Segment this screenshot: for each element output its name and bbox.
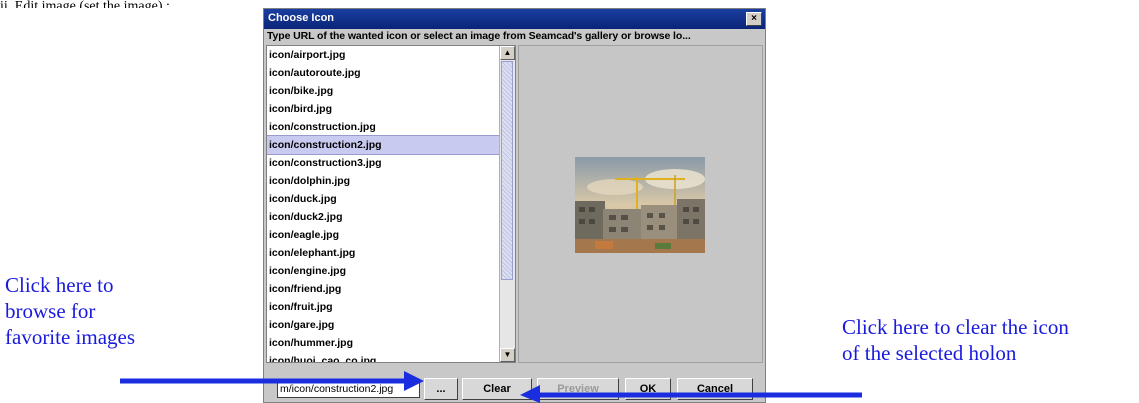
clear-annotation: Click here to clear the icon of the sele…: [842, 315, 1069, 365]
list-item[interactable]: icon/dolphin.jpg: [267, 172, 501, 190]
close-icon[interactable]: ×: [746, 12, 762, 26]
list-item[interactable]: icon/friend.jpg: [267, 280, 501, 298]
browse-button[interactable]: ...: [424, 378, 458, 400]
button-bar: m/icon/construction2.jpg ... Clear Previ…: [264, 366, 765, 402]
list-item[interactable]: icon/construction.jpg: [267, 118, 501, 136]
preview-button[interactable]: Preview: [537, 378, 619, 400]
list-item[interactable]: icon/elephant.jpg: [267, 244, 501, 262]
list-item[interactable]: icon/bird.jpg: [267, 100, 501, 118]
list-item[interactable]: icon/engine.jpg: [267, 262, 501, 280]
list-item[interactable]: icon/fruit.jpg: [267, 298, 501, 316]
scroll-up-arrow-icon[interactable]: ▲: [500, 46, 515, 60]
list-item[interactable]: icon/bike.jpg: [267, 82, 501, 100]
preview-panel: [518, 45, 763, 363]
list-item[interactable]: icon/eagle.jpg: [267, 226, 501, 244]
list-item[interactable]: icon/construction3.jpg: [267, 154, 501, 172]
icon-list[interactable]: icon/airport.jpg icon/autoroute.jpg icon/b…: [266, 45, 516, 363]
dialog-title: Choose Icon: [268, 12, 335, 24]
list-item[interactable]: icon/duck2.jpg: [267, 208, 501, 226]
list-item[interactable]: icon/gare.jpg: [267, 316, 501, 334]
dialog-titlebar[interactable]: Choose Icon ×: [264, 9, 765, 29]
ok-button[interactable]: OK: [625, 378, 671, 400]
top-caption-clipped: ii. Edit image (set the image) :: [0, 0, 170, 14]
list-item[interactable]: icon/autoroute.jpg: [267, 64, 501, 82]
scroll-thumb[interactable]: [501, 61, 513, 280]
choose-icon-dialog: Choose Icon × Type URL of the wanted ico…: [263, 8, 766, 403]
construction-photo: [575, 157, 705, 253]
list-item[interactable]: icon/construction2.jpg: [267, 135, 502, 155]
list-scrollbar[interactable]: ▲ ▼: [499, 46, 515, 362]
list-item[interactable]: icon/airport.jpg: [267, 46, 501, 64]
browse-annotation: Click here to browse for favorite images: [5, 273, 136, 349]
list-item[interactable]: icon/huoi_cao_co.jpg: [267, 352, 501, 362]
icon-list-items: icon/airport.jpg icon/autoroute.jpg icon/b…: [267, 46, 502, 362]
cancel-button[interactable]: Cancel: [677, 378, 753, 400]
clear-button[interactable]: Clear: [462, 378, 532, 400]
list-item[interactable]: icon/duck.jpg: [267, 190, 501, 208]
instruction-text: Type URL of the wanted icon or select an…: [267, 30, 691, 42]
construction-preview-image: [575, 157, 705, 253]
url-input[interactable]: m/icon/construction2.jpg: [277, 380, 420, 398]
scroll-down-arrow-icon[interactable]: ▼: [500, 348, 515, 362]
list-item[interactable]: icon/hummer.jpg: [267, 334, 501, 352]
